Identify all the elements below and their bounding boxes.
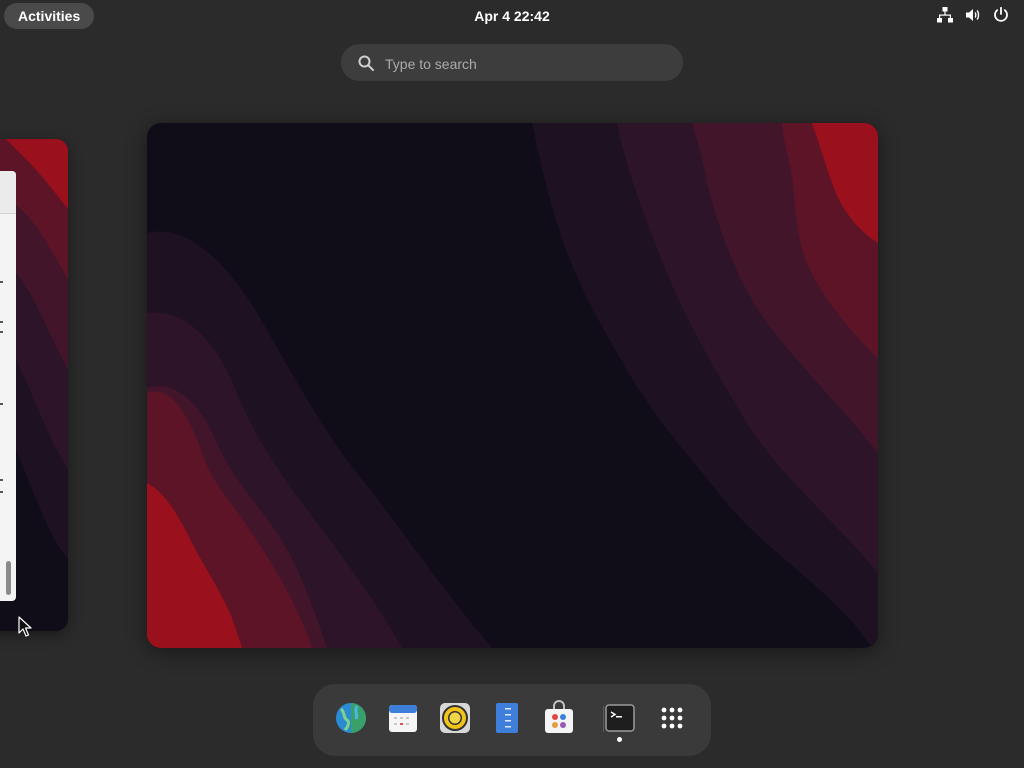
search-bar[interactable] xyxy=(341,44,683,83)
dock-app-music-player[interactable] xyxy=(437,700,473,736)
text-line xyxy=(0,331,3,333)
network-wired-icon[interactable] xyxy=(936,6,954,24)
calendar-icon xyxy=(389,705,417,732)
text-line xyxy=(0,281,3,283)
globe-icon xyxy=(336,703,366,733)
power-icon[interactable] xyxy=(992,6,1010,24)
dock-app-calendar[interactable] xyxy=(385,700,421,736)
app-grid-icon xyxy=(661,707,683,729)
volume-icon[interactable] xyxy=(964,6,982,24)
search-input[interactable] xyxy=(383,44,667,83)
window-thumbnail[interactable] xyxy=(0,171,16,601)
show-apps-button[interactable] xyxy=(654,700,690,736)
text-line xyxy=(0,491,3,493)
running-indicator xyxy=(617,737,622,742)
mouse-cursor-icon xyxy=(18,616,32,637)
dock-app-web-browser[interactable] xyxy=(333,700,369,736)
terminal-icon xyxy=(605,704,635,732)
dock-app-text-editor[interactable] xyxy=(489,700,525,736)
text-editor-icon xyxy=(496,703,518,733)
workspace-thumbnail-2[interactable] xyxy=(147,123,878,648)
top-bar: Activities Apr 4 22:42 xyxy=(0,0,1024,32)
clock[interactable]: Apr 4 22:42 xyxy=(0,0,1024,32)
speaker-icon xyxy=(440,703,470,733)
system-tray[interactable] xyxy=(936,6,1010,26)
text-line xyxy=(0,321,3,323)
dash-dock xyxy=(313,684,711,756)
dock-app-terminal[interactable] xyxy=(602,700,638,736)
dock-app-software[interactable] xyxy=(541,700,577,736)
text-line xyxy=(0,403,3,405)
window-header xyxy=(0,171,16,214)
workspace-wallpaper xyxy=(147,123,878,648)
search-icon xyxy=(358,55,374,71)
text-line xyxy=(0,479,3,481)
software-store-icon xyxy=(545,700,573,733)
window-scrollbar xyxy=(6,561,11,595)
desktop-overview: Activities Apr 4 22:42 xyxy=(0,0,1024,768)
